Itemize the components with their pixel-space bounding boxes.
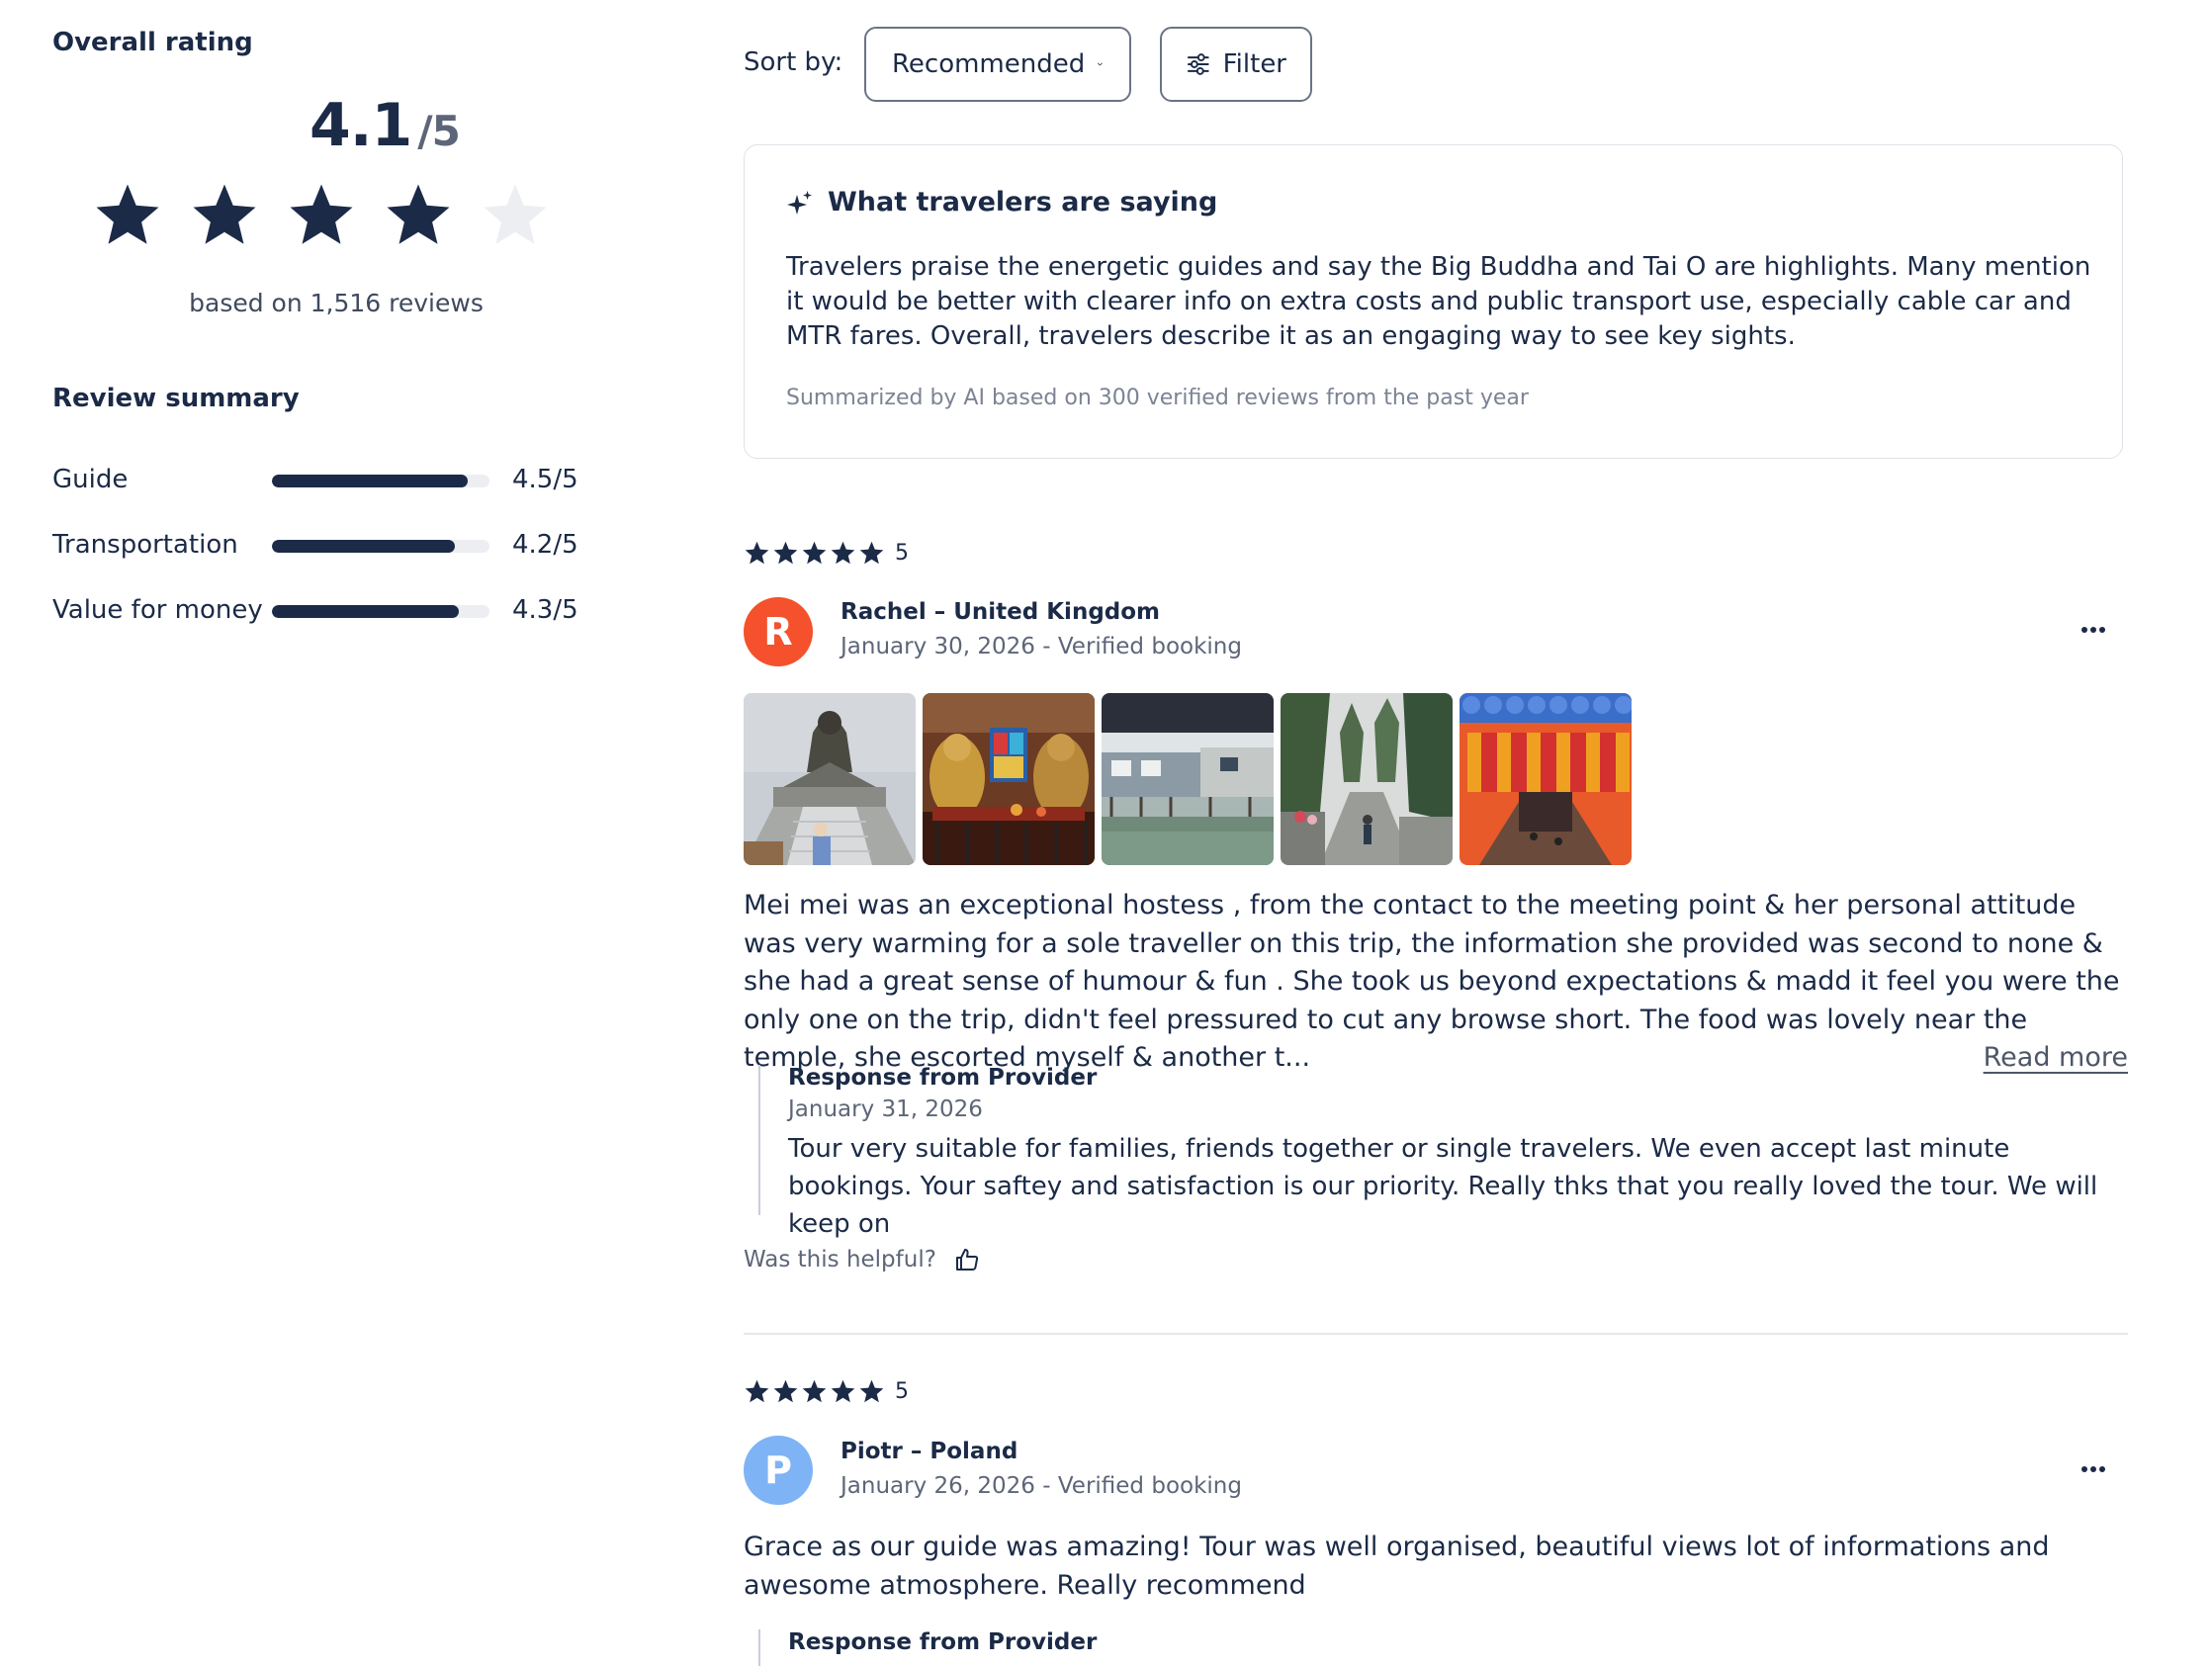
- mountain-trail-photo[interactable]: [1281, 693, 1453, 865]
- summary-bar-fill: [272, 475, 468, 487]
- more-dots-icon: [2081, 627, 2105, 633]
- star-icon: [831, 1379, 855, 1403]
- response-date: January 31, 2026: [788, 1096, 983, 1122]
- star-icon: [745, 541, 769, 565]
- filter-button[interactable]: Filter: [1160, 27, 1312, 102]
- star-icon: [773, 541, 798, 565]
- summary-bar: [272, 605, 489, 618]
- star-icon: [745, 1379, 769, 1403]
- overall-star-rating: [92, 180, 551, 251]
- response-text: Tour very suitable for families, friends…: [788, 1134, 2098, 1239]
- review-rating-value: 5: [895, 541, 909, 566]
- ai-summary-header: What travelers are saying: [786, 187, 1217, 218]
- review-divider: [744, 1333, 2128, 1335]
- star-icon: [773, 1379, 798, 1403]
- star-icon: [387, 184, 450, 244]
- summary-bar: [272, 475, 489, 487]
- review-count: based on 1,516 reviews: [189, 289, 484, 317]
- reviewer-name: Piotr – Poland: [841, 1439, 1018, 1464]
- tai-o-stilt-houses-photo[interactable]: [1102, 693, 1274, 865]
- reviews-panel: Sort by: Recommended Filter What travele…: [744, 0, 2128, 1666]
- review-photos: [744, 693, 1632, 865]
- chevron-down-icon: [1098, 62, 1104, 66]
- overall-score: 4.1/5: [310, 91, 461, 160]
- lanterns-photo[interactable]: [1460, 693, 1632, 865]
- provider-response: Response from Provider January 31, 2026 …: [758, 1065, 2113, 1239]
- summary-label: Value for money: [52, 595, 263, 625]
- sort-dropdown[interactable]: Recommended: [864, 27, 1131, 102]
- sort-label: Sort by:: [744, 47, 843, 77]
- big-buddha-photo[interactable]: [744, 693, 916, 865]
- ai-summary-footnote: Summarized by AI based on 300 verified r…: [786, 386, 1529, 410]
- summary-row-value-for-money: Value for money 4.3/5: [52, 591, 606, 631]
- review-text: Mei mei was an exceptional hostess , fro…: [744, 887, 2128, 1078]
- ai-summary-card: What travelers are saying Travelers prai…: [744, 144, 2123, 459]
- sort-value: Recommended: [892, 49, 1086, 79]
- star-icon: [831, 541, 855, 565]
- review-date: January 26, 2026 - Verified booking: [841, 1473, 1242, 1499]
- review-stars: 5: [744, 1378, 909, 1405]
- avatar: R: [744, 597, 813, 666]
- summary-row-transportation: Transportation 4.2/5: [52, 526, 606, 566]
- summary-bar: [272, 540, 489, 553]
- star-icon: [96, 184, 159, 244]
- summary-value: 4.2/5: [512, 530, 578, 560]
- review-body: Mei mei was an exceptional hostess , fro…: [744, 890, 2120, 1073]
- star-icon: [802, 1379, 827, 1403]
- review-stars: 5: [744, 540, 909, 567]
- review-options-button[interactable]: [2074, 1454, 2113, 1484]
- summary-row-guide: Guide 4.5/5: [52, 461, 606, 500]
- overall-score-denominator: /5: [417, 107, 461, 155]
- ai-summary-text: Travelers praise the energetic guides an…: [786, 252, 2091, 351]
- summary-value: 4.5/5: [512, 465, 578, 494]
- provider-response: Response from Provider: [758, 1629, 2113, 1666]
- reviewer-name: Rachel – United Kingdom: [841, 599, 1161, 625]
- star-icon: [290, 184, 353, 244]
- response-title: Response from Provider: [788, 1065, 1098, 1091]
- review-date: January 30, 2026 - Verified booking: [841, 634, 1242, 659]
- ai-summary-title: What travelers are saying: [828, 187, 1218, 218]
- summary-label: Guide: [52, 465, 129, 494]
- review-rating-value: 5: [895, 1379, 909, 1404]
- review-text: Grace as our guide was amazing! Tour was…: [744, 1532, 2050, 1601]
- star-icon: [859, 541, 884, 565]
- helpful-label: Was this helpful?: [744, 1247, 936, 1272]
- summary-value: 4.3/5: [512, 595, 578, 625]
- filter-sliders-icon: [1187, 53, 1209, 75]
- summary-label: Transportation: [52, 530, 238, 560]
- star-icon: [484, 184, 547, 244]
- temple-interior-photo[interactable]: [923, 693, 1095, 865]
- review-summary-heading: Review summary: [52, 384, 300, 413]
- sparkle-icon: [787, 190, 812, 215]
- summary-bar-fill: [272, 605, 460, 618]
- review-options-button[interactable]: [2074, 615, 2113, 645]
- avatar: P: [744, 1436, 813, 1505]
- star-icon: [193, 184, 256, 244]
- response-title: Response from Provider: [788, 1629, 1098, 1655]
- overall-rating-heading: Overall rating: [52, 28, 253, 57]
- more-dots-icon: [2081, 1466, 2105, 1472]
- summary-bar-fill: [272, 540, 455, 553]
- star-icon: [859, 1379, 884, 1403]
- star-icon: [802, 541, 827, 565]
- filter-label: Filter: [1222, 49, 1286, 79]
- overall-score-value: 4.1: [310, 91, 412, 160]
- thumbs-up-icon[interactable]: [954, 1247, 980, 1272]
- helpful-row: Was this helpful?: [744, 1247, 980, 1272]
